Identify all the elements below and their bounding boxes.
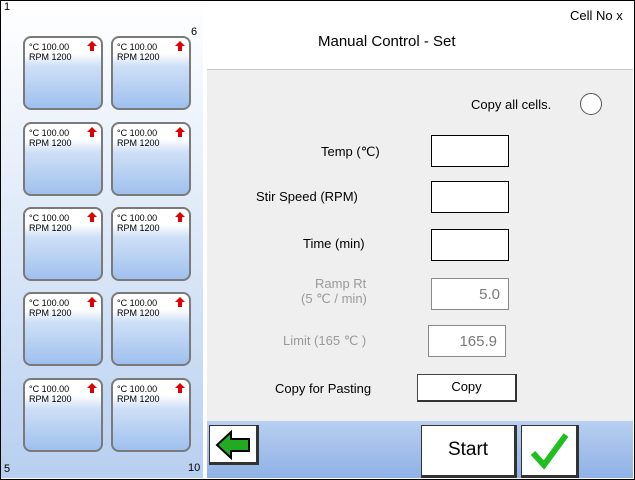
confirm-button[interactable] bbox=[521, 425, 579, 478]
limit-label: Limit (165 ℃ ) bbox=[283, 333, 367, 348]
temp-input[interactable] bbox=[431, 135, 509, 167]
stir-speed-input[interactable] bbox=[431, 181, 509, 213]
cell-tile[interactable]: °C 100.00 RPM 1200 bbox=[111, 378, 191, 452]
cell-rpm: RPM 1200 bbox=[29, 308, 72, 318]
cell-rpm: RPM 1200 bbox=[117, 394, 160, 404]
grid-label-bottom-left: 5 bbox=[4, 463, 11, 475]
time-label: Time (min) bbox=[303, 236, 365, 251]
cell-tile[interactable]: °C 100.00 RPM 1200 bbox=[111, 207, 191, 281]
cell-temp: °C 100.00 bbox=[29, 42, 70, 52]
red-up-arrow-icon bbox=[175, 127, 185, 137]
cell-tile[interactable]: °C 100.00 RPM 1200 bbox=[23, 292, 103, 366]
ramp-rate-label: Ramp Rt bbox=[315, 276, 367, 291]
red-up-arrow-icon bbox=[175, 212, 185, 222]
stir-speed-label: Stir Speed (RPM) bbox=[256, 189, 358, 204]
cell-tile[interactable]: °C 100.00 RPM 1200 bbox=[23, 36, 103, 110]
cell-rpm: RPM 1200 bbox=[117, 52, 160, 62]
temp-label: Temp (℃) bbox=[321, 144, 380, 159]
green-check-icon bbox=[530, 433, 569, 470]
cell-temp: °C 100.00 bbox=[29, 213, 70, 223]
cell-tile[interactable]: °C 100.00 RPM 1200 bbox=[111, 36, 191, 110]
limit-input[interactable] bbox=[428, 325, 506, 357]
cell-tile[interactable]: °C 100.00 RPM 1200 bbox=[111, 292, 191, 366]
cell-tile[interactable]: °C 100.00 RPM 1200 bbox=[111, 122, 191, 196]
copy-for-pasting-label: Copy for Pasting bbox=[275, 381, 372, 396]
grid-label-top-right: 6 bbox=[191, 26, 198, 38]
cell-rpm: RPM 1200 bbox=[117, 223, 160, 233]
page-title: Manual Control - Set bbox=[318, 33, 456, 50]
cell-temp: °C 100.00 bbox=[117, 384, 158, 394]
grid-label-bottom-right: 10 bbox=[188, 462, 201, 474]
red-up-arrow-icon bbox=[87, 212, 97, 222]
cell-temp: °C 100.00 bbox=[29, 128, 70, 138]
cell-temp: °C 100.00 bbox=[29, 298, 70, 308]
red-up-arrow-icon bbox=[175, 41, 185, 51]
ramp-rate-unit-label: (5 ℃ / min) bbox=[301, 291, 367, 306]
cell-rpm: RPM 1200 bbox=[29, 394, 72, 404]
cell-rpm: RPM 1200 bbox=[29, 138, 72, 148]
start-button[interactable]: Start bbox=[421, 425, 517, 478]
cell-rpm: RPM 1200 bbox=[29, 223, 72, 233]
settings-panel bbox=[207, 69, 633, 422]
ramp-rate-input[interactable] bbox=[431, 278, 509, 310]
cell-rpm: RPM 1200 bbox=[29, 52, 72, 62]
green-left-arrow-icon bbox=[215, 429, 250, 461]
copy-all-cells-label: Copy all cells. bbox=[471, 97, 552, 112]
cell-rpm: RPM 1200 bbox=[117, 138, 160, 148]
cell-temp: °C 100.00 bbox=[117, 298, 158, 308]
copy-all-cells-radio[interactable] bbox=[580, 93, 602, 115]
red-up-arrow-icon bbox=[87, 297, 97, 307]
cell-tile[interactable]: °C 100.00 RPM 1200 bbox=[23, 207, 103, 281]
back-button[interactable] bbox=[209, 425, 259, 465]
red-up-arrow-icon bbox=[87, 41, 97, 51]
red-up-arrow-icon bbox=[87, 383, 97, 393]
copy-button[interactable]: Copy bbox=[417, 374, 517, 402]
grid-label-top-left: 1 bbox=[4, 1, 11, 13]
red-up-arrow-icon bbox=[175, 297, 185, 307]
cell-temp: °C 100.00 bbox=[117, 128, 158, 138]
time-input[interactable] bbox=[431, 229, 509, 261]
cell-number-label: Cell No x bbox=[570, 8, 623, 23]
red-up-arrow-icon bbox=[175, 383, 185, 393]
cell-tile[interactable]: °C 100.00 RPM 1200 bbox=[23, 122, 103, 196]
cell-rpm: RPM 1200 bbox=[117, 308, 160, 318]
cell-tile[interactable]: °C 100.00 RPM 1200 bbox=[23, 378, 103, 452]
cell-temp: °C 100.00 bbox=[117, 213, 158, 223]
cell-temp: °C 100.00 bbox=[29, 384, 70, 394]
red-up-arrow-icon bbox=[87, 127, 97, 137]
cell-temp: °C 100.00 bbox=[117, 42, 158, 52]
